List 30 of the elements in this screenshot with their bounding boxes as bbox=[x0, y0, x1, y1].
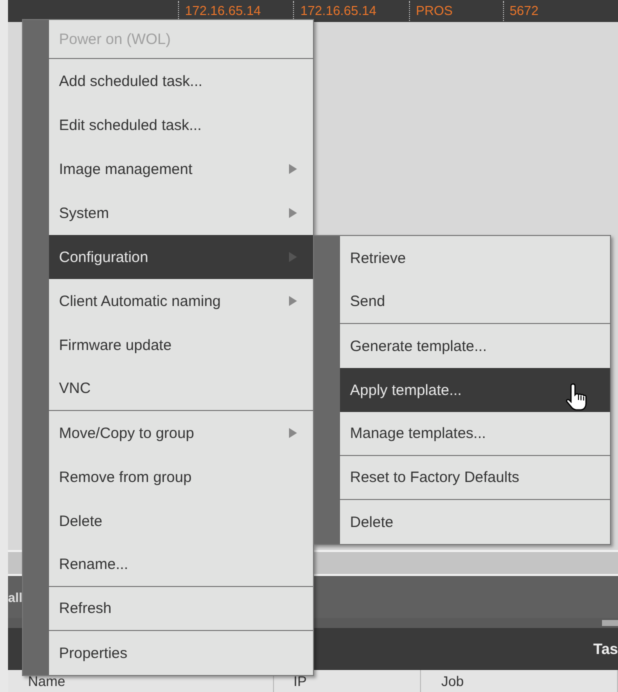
menu-item[interactable]: Remove from group bbox=[49, 455, 313, 499]
menu-item[interactable]: Client Automatic naming bbox=[49, 279, 313, 323]
menu-item[interactable]: Delete bbox=[49, 499, 313, 543]
menu-item[interactable]: Edit scheduled task... bbox=[49, 103, 313, 147]
submenu-arrow-icon bbox=[289, 296, 297, 306]
menu-item[interactable]: System bbox=[49, 191, 313, 235]
table-cell: 5672 bbox=[502, 1, 618, 21]
submenu-arrow-icon bbox=[289, 208, 297, 218]
menu-item[interactable]: Add scheduled task... bbox=[49, 59, 313, 103]
menu-item[interactable]: Manage templates... bbox=[340, 412, 610, 456]
panel-title: Tas bbox=[593, 640, 618, 658]
submenu-arrow-icon bbox=[289, 428, 297, 438]
submenu-arrow-icon bbox=[289, 252, 297, 262]
menu-item[interactable]: Apply template... bbox=[340, 368, 610, 412]
menu-item[interactable]: Reset to Factory Defaults bbox=[340, 456, 610, 500]
submenu-arrow-icon bbox=[289, 164, 297, 174]
menu-item[interactable]: Retrieve bbox=[340, 236, 610, 280]
menu-item[interactable]: Send bbox=[340, 280, 610, 324]
scrollbar-thumb[interactable] bbox=[602, 620, 618, 626]
menu-item[interactable]: Rename... bbox=[49, 543, 313, 587]
menu-item[interactable]: Move/Copy to group bbox=[49, 411, 313, 455]
menu-item[interactable]: Configuration bbox=[49, 235, 313, 279]
menu-item[interactable]: Delete bbox=[340, 500, 610, 544]
column-header[interactable]: Job bbox=[421, 670, 618, 692]
menu-item[interactable]: Image management bbox=[49, 147, 313, 191]
table-cell: PROS bbox=[408, 1, 503, 21]
menu-item[interactable]: Refresh bbox=[49, 587, 313, 631]
tab[interactable]: all bbox=[8, 590, 22, 604]
menu-item[interactable]: Firmware update bbox=[49, 323, 313, 367]
menu-item[interactable]: Generate template... bbox=[340, 324, 610, 368]
